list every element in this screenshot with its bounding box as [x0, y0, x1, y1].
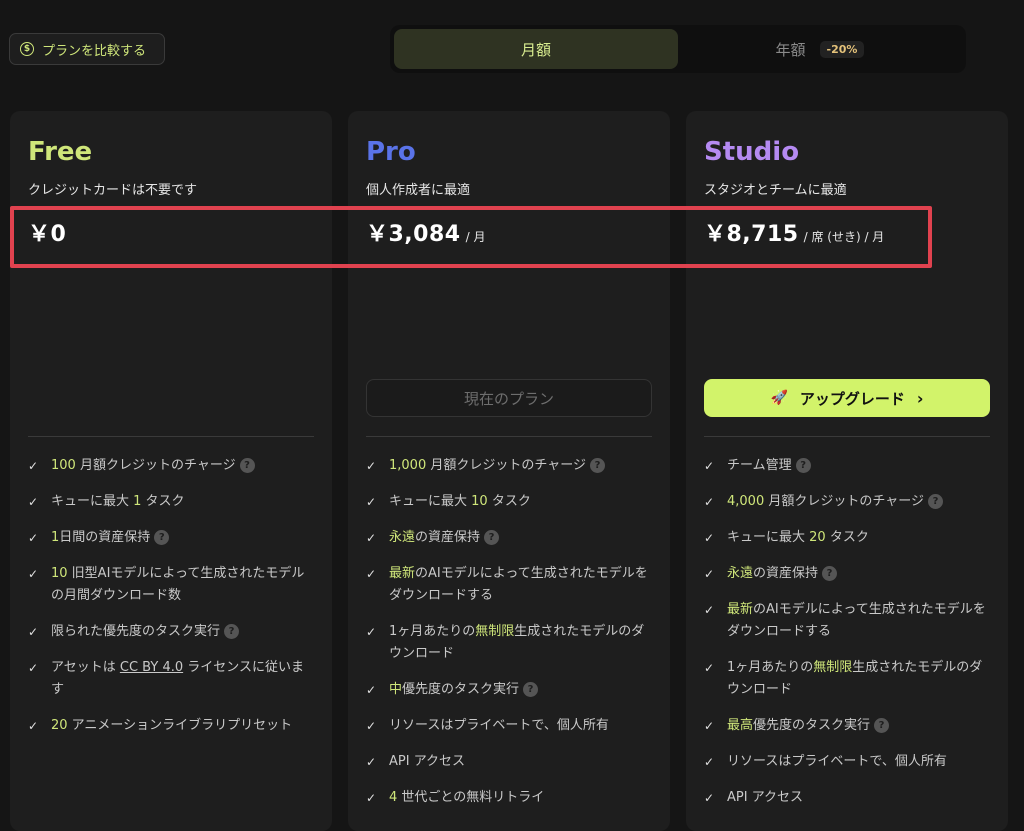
check-icon: ✓	[704, 661, 715, 675]
check-icon: ✓	[366, 625, 377, 639]
feature-list: ✓ 100 月額クレジットのチャージ? ✓ キューに最大 1 タスク ✓ 1日間の資産…	[28, 455, 314, 751]
check-icon: ✓	[704, 791, 715, 805]
divider	[704, 436, 990, 437]
check-icon: ✓	[28, 661, 39, 675]
help-icon[interactable]: ?	[589, 458, 605, 473]
billing-yearly-option[interactable]: 年額 -20%	[678, 29, 962, 69]
help-icon[interactable]: ?	[795, 458, 811, 473]
check-icon: ✓	[704, 567, 715, 581]
feature-item: ✓ アセットは CC BY 4.0 ライセンスに従います	[28, 657, 314, 701]
plan-price: ￥3,084 / 月	[366, 216, 485, 248]
feature-item: ✓ 10 旧型AIモデルによって生成されたモデルの月間ダウンロード数	[28, 563, 314, 607]
plan-subtitle: スタジオとチームに最適	[704, 183, 847, 198]
plan-card-pro: Pro 個人作成者に最適 ￥3,084 / 月 現在のプラン ✓ 1,000 月額…	[348, 111, 670, 831]
check-icon: ✓	[366, 531, 377, 545]
divider	[28, 436, 314, 437]
feature-item: ✓ 1ヶ月あたりの無制限生成されたモデルのダウンロード	[366, 621, 652, 665]
upgrade-button[interactable]: 🚀 アップグレード ›	[704, 379, 990, 417]
feature-item: ✓ 最新のAIモデルによって生成されたモデルをダウンロードする	[704, 599, 990, 643]
help-icon[interactable]: ?	[822, 566, 838, 581]
license-link[interactable]: CC BY 4.0	[120, 660, 183, 675]
plan-price: ￥0	[28, 216, 66, 248]
rocket-icon: 🚀	[770, 390, 788, 406]
billing-yearly-label: 年額	[775, 40, 806, 59]
divider	[366, 436, 652, 437]
check-icon: ✓	[28, 625, 39, 639]
check-icon: ✓	[28, 531, 39, 545]
check-icon: ✓	[366, 459, 377, 473]
check-icon: ✓	[366, 755, 377, 769]
price-amount: ￥0	[28, 222, 67, 247]
billing-monthly-option[interactable]: 月額	[394, 29, 678, 69]
current-plan-label: 現在のプラン	[463, 389, 554, 408]
check-icon: ✓	[28, 495, 39, 509]
plan-title: Pro	[366, 137, 416, 167]
check-icon: ✓	[366, 791, 377, 805]
compare-plans-label: プランを比較する	[42, 43, 147, 59]
check-icon: ✓	[366, 719, 377, 733]
price-unit: / 席 (せき) / 月	[803, 230, 885, 244]
feature-item: ✓ 100 月額クレジットのチャージ?	[28, 455, 314, 477]
feature-item: ✓ リソースはプライベートで、個人所有	[704, 751, 990, 773]
check-icon: ✓	[704, 603, 715, 617]
feature-item: ✓ 1ヶ月あたりの無制限生成されたモデルのダウンロード	[704, 657, 990, 701]
help-icon[interactable]: ?	[874, 718, 890, 733]
chevron-right-icon: ›	[916, 388, 924, 408]
feature-item: ✓ 最高優先度のタスク実行?	[704, 715, 990, 737]
feature-item: ✓ 4,000 月額クレジットのチャージ?	[704, 491, 990, 513]
billing-monthly-label: 月額	[520, 40, 551, 59]
feature-item: ✓ チーム管理?	[704, 455, 990, 477]
feature-item: ✓ 中優先度のタスク実行?	[366, 679, 652, 701]
price-amount: ￥8,715	[704, 222, 799, 247]
dollar-coin-icon: $	[20, 42, 34, 56]
check-icon: ✓	[704, 755, 715, 769]
help-icon[interactable]: ?	[154, 530, 170, 545]
check-icon: ✓	[704, 531, 715, 545]
current-plan-button[interactable]: 現在のプラン	[366, 379, 652, 417]
feature-item: ✓ API アクセス	[704, 787, 990, 809]
feature-item: ✓ キューに最大 1 タスク	[28, 491, 314, 513]
feature-item: ✓ 最新のAIモデルによって生成されたモデルをダウンロードする	[366, 563, 652, 607]
help-icon[interactable]: ?	[927, 494, 943, 509]
plan-subtitle: クレジットカードは不要です	[28, 183, 198, 198]
plan-card-free: Free クレジットカードは不要です ￥0 ✓ 100 月額クレジットのチャージ?…	[10, 111, 332, 831]
yearly-discount-badge: -20%	[819, 40, 865, 58]
feature-item: ✓ 20 アニメーションライブラリプリセット	[28, 715, 314, 737]
feature-item: ✓ 限られた優先度のタスク実行?	[28, 621, 314, 643]
plan-title: Free	[28, 137, 93, 167]
check-icon: ✓	[28, 567, 39, 581]
upgrade-label: アップグレード	[799, 389, 905, 408]
help-icon[interactable]: ?	[523, 682, 539, 697]
plan-subtitle: 個人作成者に最適	[366, 183, 471, 198]
feature-item: ✓ キューに最大 20 タスク	[704, 527, 990, 549]
check-icon: ✓	[366, 683, 377, 697]
feature-list: ✓ チーム管理? ✓ 4,000 月額クレジットのチャージ? ✓ キューに最大 20 …	[704, 455, 990, 823]
help-icon[interactable]: ?	[239, 458, 255, 473]
plan-card-studio: Studio スタジオとチームに最適 ￥8,715 / 席 (せき) / 月 🚀…	[686, 111, 1008, 831]
plan-price: ￥8,715 / 席 (せき) / 月	[704, 216, 884, 248]
compare-plans-button[interactable]: $ プランを比較する	[9, 33, 165, 65]
feature-list: ✓ 1,000 月額クレジットのチャージ? ✓ キューに最大 10 タスク ✓ 永遠の…	[366, 455, 652, 823]
price-unit: / 月	[465, 230, 486, 244]
check-icon: ✓	[704, 459, 715, 473]
help-icon[interactable]: ?	[484, 530, 500, 545]
check-icon: ✓	[28, 719, 39, 733]
feature-item: ✓ 1,000 月額クレジットのチャージ?	[366, 455, 652, 477]
feature-item: ✓ 4 世代ごとの無料リトライ	[366, 787, 652, 809]
feature-item: ✓ API アクセス	[366, 751, 652, 773]
feature-item: ✓ 永遠の資産保持?	[366, 527, 652, 549]
plan-title: Studio	[704, 137, 800, 167]
check-icon: ✓	[366, 567, 377, 581]
check-icon: ✓	[704, 719, 715, 733]
feature-item: ✓ 永遠の資産保持?	[704, 563, 990, 585]
billing-period-toggle: 月額 年額 -20%	[390, 25, 966, 73]
feature-item: ✓ キューに最大 10 タスク	[366, 491, 652, 513]
check-icon: ✓	[366, 495, 377, 509]
price-amount: ￥3,084	[366, 222, 461, 247]
feature-item: ✓ 1日間の資産保持?	[28, 527, 314, 549]
help-icon[interactable]: ?	[224, 624, 240, 639]
check-icon: ✓	[28, 459, 39, 473]
feature-item: ✓ リソースはプライベートで、個人所有	[366, 715, 652, 737]
check-icon: ✓	[704, 495, 715, 509]
